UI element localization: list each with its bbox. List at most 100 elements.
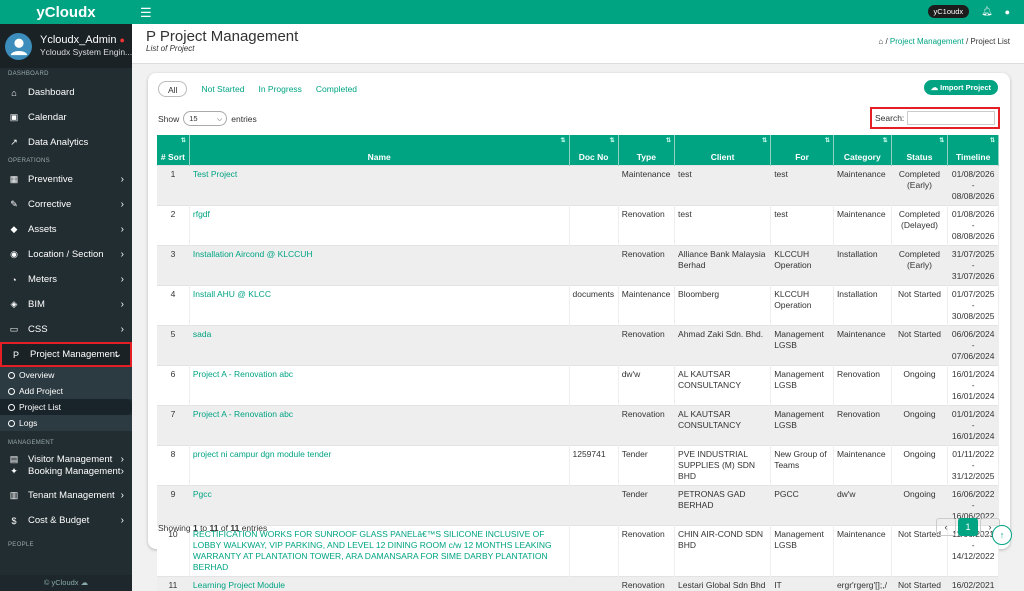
table-cell: Renovation	[618, 204, 676, 245]
table-row: 11 Learning Project Module Renovation Lesta…	[157, 575, 999, 591]
submenu-add-project[interactable]: Add Project	[0, 383, 132, 399]
breadcrumb-current: Project List	[970, 37, 1010, 46]
column-header[interactable]: Category ⇅	[833, 135, 892, 165]
tab-completed[interactable]: Completed	[316, 81, 357, 97]
sidebar-item-tenant-management[interactable]: ▥ Tenant Management ›	[0, 483, 132, 508]
column-header[interactable]: For ⇅	[770, 135, 834, 165]
monitor-icon: ▭	[9, 324, 19, 334]
project-name-link[interactable]: rfgdf	[189, 204, 570, 245]
project-name-link[interactable]: Test Project	[189, 164, 570, 205]
sidebar-item-bim[interactable]: ◈ BIM ›	[0, 292, 132, 317]
table-cell: CHIN AIR-COND SDN BHD	[674, 524, 772, 576]
column-header[interactable]: Status ⇅	[891, 135, 949, 165]
project-name-link[interactable]: Project A - Renovation abc	[189, 364, 570, 405]
bell-icon[interactable]: 🔔︎	[981, 6, 992, 17]
sidebar-item-preventive[interactable]: ▦ Preventive ›	[0, 167, 132, 192]
sidebar-item-label: Corrective	[28, 199, 72, 210]
tab-all[interactable]: All	[158, 81, 188, 97]
sort-icon: ⇅	[939, 138, 945, 144]
project-name-link[interactable]: Installation Aircond @ KLCCUH	[189, 244, 570, 285]
calendar-grid-icon: ▦	[9, 174, 19, 184]
sidebar-item-visitor-management[interactable]: ▤ Visitor Management ›	[0, 453, 132, 465]
project-name-link[interactable]: Project A - Renovation abc	[189, 404, 570, 445]
sidebar-item-label: Assets	[28, 224, 57, 235]
sidebar-item-label: Location / Section	[28, 249, 104, 260]
project-name-link[interactable]: sada	[189, 324, 570, 365]
sidebar-item-project-management[interactable]: P Project Management ⌄	[0, 342, 132, 367]
sidebar-item-label: Preventive	[28, 174, 73, 185]
user-panel[interactable]: Ycloudx_Admin ● Ycloudx System Engin...	[0, 24, 132, 68]
submenu-project-list[interactable]: Project List	[0, 399, 132, 415]
sidebar-item-booking-management[interactable]: ✦ Booking Management ›	[0, 465, 132, 477]
project-name-link[interactable]: Learning Project Module	[189, 575, 570, 591]
project-icon: P	[12, 349, 19, 360]
column-header[interactable]: # Sort ⇅	[157, 135, 190, 165]
tab-not-started[interactable]: Not Started	[201, 81, 244, 97]
chart-icon: ↗	[10, 137, 18, 147]
brand-logo[interactable]: yCloudx	[0, 0, 132, 24]
table-cell: 6	[157, 364, 190, 405]
chevron-right-icon: ›	[120, 490, 124, 501]
table-cell: Management LGSB	[770, 404, 834, 445]
tab-in-progress[interactable]: In Progress	[258, 81, 301, 97]
sidebar-item-cost-budget[interactable]: $ Cost & Budget ›	[0, 508, 132, 533]
table-cell	[569, 244, 619, 285]
page-1-button[interactable]: 1	[958, 518, 978, 536]
project-name-link[interactable]: Pgcc	[189, 484, 570, 525]
table-cell	[569, 524, 619, 576]
home-icon: ⌂	[11, 87, 17, 98]
prev-page-button[interactable]: ‹	[936, 518, 956, 536]
project-name-link[interactable]: Install AHU @ KLCC	[189, 284, 570, 325]
sidebar-item-corrective[interactable]: ✎ Corrective ›	[0, 192, 132, 217]
breadcrumb-link[interactable]: Project Management	[890, 37, 964, 46]
scroll-top-button[interactable]: ↑	[992, 525, 1012, 545]
sidebar-item-dashboard[interactable]: ⌂ Dashboard	[0, 80, 132, 105]
table-cell	[569, 204, 619, 245]
sidebar-item-location[interactable]: ◉ Location / Section ›	[0, 242, 132, 267]
column-header[interactable]: Type ⇅	[618, 135, 676, 165]
home-icon[interactable]: ⌂	[878, 37, 883, 46]
pin-icon: ✦	[10, 465, 18, 476]
import-project-button[interactable]: ☁ Import Project	[923, 80, 998, 95]
submenu-logs[interactable]: Logs	[0, 415, 132, 431]
table-cell: Ongoing	[891, 404, 949, 445]
org-badge[interactable]: yC1oudx	[927, 5, 970, 18]
column-header[interactable]: Doc No ⇅	[569, 135, 619, 165]
table-cell: Maintenance	[833, 524, 892, 576]
sidebar-item-css[interactable]: ▭ CSS ›	[0, 317, 132, 342]
table-cell: Renovation	[618, 575, 676, 591]
sort-icon: ⇅	[666, 138, 672, 144]
table-cell: 4	[157, 284, 190, 325]
table-cell: dw'w	[833, 484, 892, 525]
table-cell: test	[674, 204, 772, 245]
hamburger-menu-icon[interactable]: ☰	[140, 5, 152, 21]
sidebar-item-meters[interactable]: ◔ Meters ›	[0, 267, 132, 292]
column-header[interactable]: Timeline ⇅	[947, 135, 999, 165]
search-input[interactable]	[907, 111, 995, 125]
circle-icon	[8, 403, 15, 411]
table-cell: Renovation	[618, 524, 676, 576]
sidebar-item-assets[interactable]: ◆ Assets ›	[0, 217, 132, 242]
submenu-overview[interactable]: Overview	[0, 367, 132, 383]
sidebar-item-data-analytics[interactable]: ↗ Data Analytics	[0, 130, 132, 155]
search-label: Search:	[875, 113, 905, 123]
table-cell: test	[674, 164, 772, 205]
column-header[interactable]: Name ⇅	[189, 135, 570, 165]
column-header[interactable]: Client ⇅	[674, 135, 772, 165]
chevron-down-icon: ⌄	[113, 349, 122, 360]
user-icon[interactable]: ●	[1005, 7, 1010, 17]
project-name-link[interactable]: project ni campur dgn module tender	[189, 444, 570, 485]
submenu-label: Logs	[19, 418, 38, 428]
top-navbar: ☰ yC1oudx 🔔︎ ●	[132, 0, 1024, 24]
table-cell: 11	[157, 575, 190, 591]
table-cell	[569, 484, 619, 525]
cloud-upload-icon: ☁	[930, 83, 939, 92]
entries-select[interactable]: 15	[183, 111, 228, 126]
submenu-label: Add Project	[19, 386, 63, 396]
avatar	[5, 32, 32, 60]
sidebar-item-label: CSS	[28, 324, 48, 335]
table-cell: Renovation	[833, 364, 892, 405]
sidebar-item-calendar[interactable]: ▣ Calendar	[0, 105, 132, 130]
sidebar-item-label: Visitor Management	[28, 453, 113, 465]
sidebar-item-label: BIM	[28, 299, 45, 310]
